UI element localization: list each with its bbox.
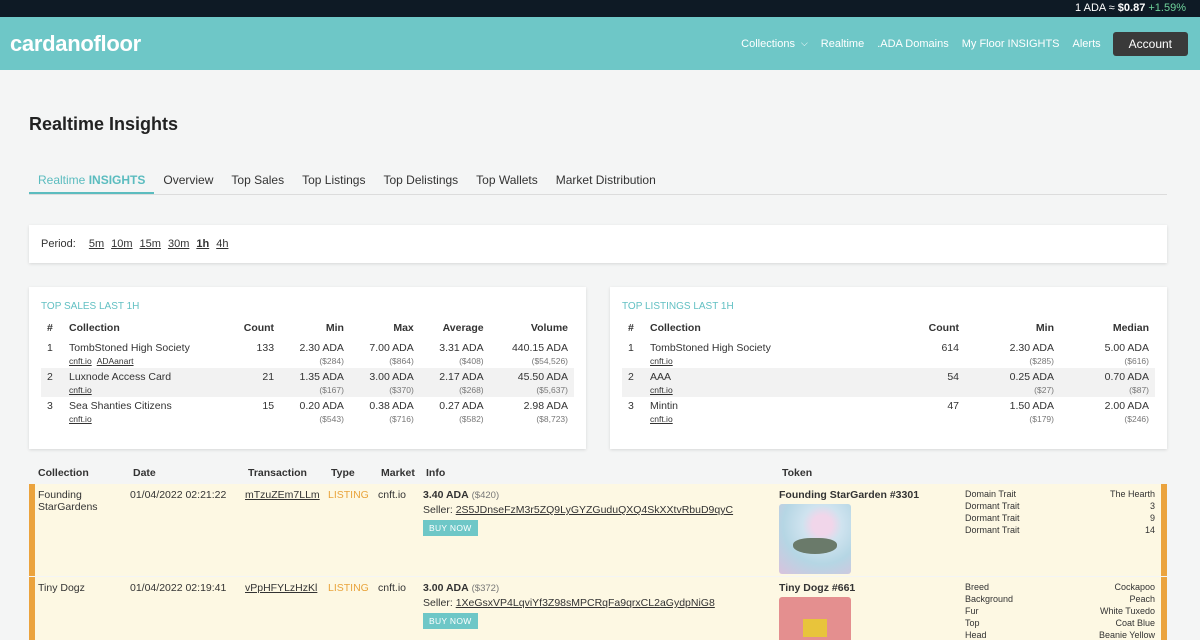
feed-token: Tiny Dogz #661: [779, 582, 965, 640]
feed-token: Founding StarGarden #3301: [779, 489, 965, 576]
feed-type-badge: LISTING: [328, 582, 369, 594]
nav-my-floor-insights[interactable]: My Floor INSIGHTS: [962, 38, 1060, 50]
top-listings-title: TOP LISTINGS LAST 1H: [622, 301, 734, 312]
tab-top-listings[interactable]: Top Listings: [293, 166, 374, 194]
feed-info: 3.40 ADA ($420) Seller: 2S5JDnseFzM3r5ZQ…: [423, 489, 779, 576]
transaction-link[interactable]: vPpHFYLzHzKl: [245, 582, 328, 640]
tab-top-wallets[interactable]: Top Wallets: [467, 166, 547, 194]
buy-now-button[interactable]: BUY NOW: [423, 613, 478, 629]
nav-ada-domains[interactable]: .ADA Domains: [877, 38, 949, 50]
table-row: 2 AAA cnft.io 54 0.25 ADA ($27) 0.70 ADA ($…: [622, 368, 1155, 397]
market-link[interactable]: cnft.io: [69, 356, 92, 366]
market-link[interactable]: cnft.io: [69, 385, 92, 395]
table-row: 3 Mintin cnft.io 47 1.50 ADA ($179) 2.00 A…: [628, 400, 1149, 424]
market-link[interactable]: cnft.io: [69, 414, 92, 424]
feed-row: Founding StarGardens 01/04/2022 02:21:22…: [29, 484, 1167, 576]
market-link[interactable]: ADAanart: [97, 356, 134, 366]
period-option-4h[interactable]: 4h: [216, 238, 228, 250]
tab-bar: Realtime INSIGHTS Overview Top Sales Top…: [29, 166, 1167, 195]
activity-feed: Collection Date Transaction Type Market …: [29, 462, 1167, 640]
feed-row: Tiny Dogz 01/04/2022 02:19:41 vPpHFYLzHz…: [29, 577, 1167, 640]
price-ticker: 1 ADA ≈ $0.87 +1.59%: [0, 0, 1200, 17]
feed-collection[interactable]: Founding StarGardens: [35, 489, 130, 576]
feed-type-badge: LISTING: [328, 489, 369, 501]
market-link[interactable]: cnft.io: [650, 356, 673, 366]
period-option-10m[interactable]: 10m: [111, 238, 132, 250]
period-label: Period:: [41, 238, 76, 250]
feed-date: 01/04/2022 02:19:41: [130, 582, 227, 594]
token-name[interactable]: Founding StarGarden #3301: [779, 489, 965, 501]
top-sales-table: # Collection Count Min Max Average Volum…: [41, 322, 574, 426]
ticker-change: +1.59%: [1148, 2, 1186, 14]
feed-date: 01/04/2022 02:21:22: [130, 489, 227, 501]
top-sales-card: TOP SALES LAST 1H # Collection Count Min…: [29, 287, 586, 449]
feed-info: 3.00 ADA ($372) Seller: 1XeGsxVP4LqviYf3…: [423, 582, 779, 640]
table-row: 1 TombStoned High Society cnft.io ADAanart…: [47, 342, 568, 366]
ticker-price: $0.87: [1117, 2, 1146, 14]
market-link[interactable]: cnft.io: [650, 385, 673, 395]
tab-top-delistings[interactable]: Top Delistings: [374, 166, 467, 194]
table-row: 3 Sea Shanties Citizens cnft.io 15 0.20 A…: [47, 400, 568, 424]
feed-collection[interactable]: Tiny Dogz: [35, 582, 130, 640]
period-option-5m[interactable]: 5m: [89, 238, 104, 250]
nav-collections[interactable]: Collections ⌵: [741, 38, 808, 50]
main-nav: Collections ⌵ Realtime .ADA Domains My Fl…: [728, 31, 1188, 56]
period-option-15m[interactable]: 15m: [140, 238, 161, 250]
period-option-1h[interactable]: 1h: [196, 238, 209, 250]
tab-market-distribution[interactable]: Market Distribution: [547, 166, 665, 194]
top-listings-table: # Collection Count Min Median 1 TombSton…: [622, 322, 1155, 426]
token-image[interactable]: [779, 597, 851, 640]
token-traits: Domain Trait The Hearth Dormant Trait 3 Do…: [965, 489, 1155, 535]
token-name[interactable]: Tiny Dogz #661: [779, 582, 965, 594]
page-title: Realtime Insights: [29, 114, 179, 134]
logo[interactable]: cardanofloor: [10, 31, 141, 57]
period-selector: Period: 5m 10m 15m 30m 1h 4h: [29, 225, 1167, 263]
top-sales-title: TOP SALES LAST 1H: [41, 301, 140, 312]
top-listings-card: TOP LISTINGS LAST 1H # Collection Count …: [610, 287, 1167, 449]
ticker-prefix: 1 ADA ≈: [1075, 2, 1115, 14]
feed-market: cnft.io: [378, 582, 407, 594]
transaction-link[interactable]: mTzuZEm7LLm: [245, 489, 328, 576]
token-image[interactable]: [779, 504, 851, 574]
nav-realtime[interactable]: Realtime: [821, 38, 864, 50]
tab-top-sales[interactable]: Top Sales: [222, 166, 293, 194]
navbar: cardanofloor Collections ⌵ Realtime .ADA …: [0, 17, 1200, 70]
seller-link[interactable]: 2S5JDnseFzM3r5ZQ9LyGYZGuduQXQ4SkXXtvRbuD…: [456, 504, 733, 516]
account-button[interactable]: Account: [1112, 31, 1188, 56]
tab-overview[interactable]: Overview: [154, 166, 222, 194]
buy-now-button[interactable]: BUY NOW: [423, 520, 478, 536]
feed-header: Collection Date Transaction Type Market …: [38, 467, 813, 479]
period-option-30m[interactable]: 30m: [168, 238, 189, 250]
chevron-down-icon: ⌵: [800, 38, 808, 48]
tab-realtime-insights[interactable]: Realtime INSIGHTS: [29, 166, 155, 194]
market-link[interactable]: cnft.io: [650, 414, 673, 424]
table-row: 2 Luxnode Access Card cnft.io 21 1.35 ADA…: [41, 368, 574, 397]
feed-market: cnft.io: [378, 489, 407, 501]
seller-link[interactable]: 1XeGsxVP4LqviYf3Z98sMPCRqFa9qrxCL2aGydpN…: [456, 597, 715, 609]
table-row: 1 TombStoned High Society cnft.io 614 2.3…: [628, 342, 1149, 366]
token-traits: Breed Cockapoo Background Peach Fur White T…: [965, 582, 1155, 640]
nav-alerts[interactable]: Alerts: [1073, 38, 1101, 50]
